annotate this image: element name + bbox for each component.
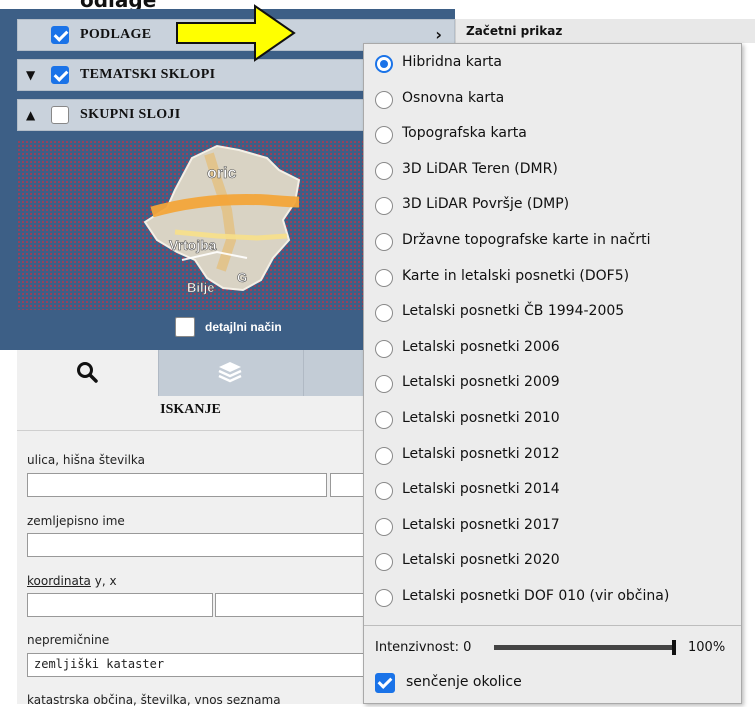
yellow-arrow-icon <box>176 4 296 62</box>
intensity-slider[interactable] <box>494 645 674 650</box>
basemap-option-label: Letalski posnetki 2010 <box>402 410 560 426</box>
basemap-option[interactable]: 3D LiDAR Teren (DMR) <box>364 153 741 189</box>
basemap-option-label: 3D LiDAR Teren (DMR) <box>402 160 558 177</box>
map-label: Bilje <box>187 280 214 295</box>
layers-icon <box>218 362 242 383</box>
radio-button[interactable] <box>375 304 393 323</box>
divider <box>364 625 741 626</box>
basemap-option[interactable]: Hibridna karta <box>364 46 741 82</box>
map-label: oric <box>207 165 236 182</box>
basemap-option[interactable]: Letalski posnetki 2010 <box>364 402 741 438</box>
caret-down-icon[interactable]: ▼ <box>26 68 35 82</box>
radio-button[interactable] <box>375 90 393 109</box>
radio-button[interactable] <box>375 197 393 216</box>
podlage-checkbox[interactable] <box>51 26 69 44</box>
geo-name-label: zemljepisno ime <box>27 514 125 528</box>
layer-label-podlage: PODLAGE <box>80 27 152 42</box>
tab-search[interactable] <box>17 350 158 396</box>
radio-button[interactable] <box>375 482 393 501</box>
map-label: Vrtojba <box>169 237 217 253</box>
intensity-label: Intenzivnost: 0 <box>375 640 472 655</box>
radio-button[interactable] <box>375 268 393 287</box>
basemap-option-label: Letalski posnetki 2020 <box>402 552 560 569</box>
basemap-option[interactable]: Letalski posnetki 2020 <box>364 544 741 580</box>
cadastral-label: katastrska občina, številka, vnos seznam… <box>27 693 281 707</box>
tab-layers[interactable] <box>158 350 304 396</box>
basemap-option-label: Letalski posnetki 2012 <box>402 445 560 462</box>
radio-button[interactable] <box>375 339 393 358</box>
radio-button[interactable] <box>375 161 393 180</box>
basemap-option-label: Letalski posnetki 2017 <box>402 516 560 533</box>
basemap-option-label: Letalski posnetki 2009 <box>402 374 560 391</box>
basemap-option[interactable]: Topografska karta <box>364 117 741 153</box>
radio-button[interactable] <box>375 375 393 394</box>
basemap-option[interactable]: Letalski posnetki 2017 <box>364 509 741 545</box>
basemap-option[interactable]: Osnovna karta <box>364 82 741 118</box>
radio-button[interactable] <box>375 126 393 145</box>
basemap-option[interactable]: 3D LiDAR Površje (DMP) <box>364 188 741 224</box>
shading-label: senčenje okolice <box>406 674 522 690</box>
initial-view-header: Začetni prikaz <box>455 19 755 43</box>
caret-up-icon[interactable]: ▲ <box>26 108 35 122</box>
detail-mode-label: detajlni način <box>205 320 282 334</box>
basemap-option[interactable]: Letalski posnetki DOF 010 (vir občina) <box>364 580 741 616</box>
basemap-option-label: Osnovna karta <box>402 89 505 106</box>
chevron-right-icon[interactable]: › <box>435 25 442 44</box>
initial-view-title: Začetni prikaz <box>466 24 563 38</box>
search-title: ISKANJE <box>160 402 221 417</box>
search-icon <box>77 362 98 383</box>
basemap-option-label: Letalski posnetki 2006 <box>402 338 560 355</box>
coordinate-suffix: y, x <box>94 574 117 588</box>
intensity-slider-thumb[interactable] <box>672 640 676 655</box>
radio-button[interactable] <box>375 517 393 536</box>
coordinate-label: koordinata y, x <box>27 574 117 588</box>
map-label: G <box>237 270 247 285</box>
intensity-fill <box>495 646 673 649</box>
basemap-option[interactable]: Karte in letalski posnetki (DOF5) <box>364 260 741 296</box>
coordinate-x-input[interactable] <box>215 593 367 617</box>
basemap-option[interactable]: Letalski posnetki ČB 1994-2005 <box>364 295 741 331</box>
top-strip: odlage <box>0 0 755 12</box>
radio-button[interactable] <box>375 446 393 465</box>
radio-button[interactable] <box>375 553 393 572</box>
tematski-sklopi-checkbox[interactable] <box>51 66 69 84</box>
basemap-menu: Hibridna karta Osnovna karta Topografska k… <box>363 43 742 704</box>
radio-button[interactable] <box>375 233 393 251</box>
geo-name-input[interactable] <box>27 533 367 557</box>
detail-mode-checkbox[interactable] <box>175 317 195 337</box>
basemap-option[interactable]: Državne topografske karte in načrti <box>364 224 741 260</box>
basemap-option-label: 3D LiDAR Površje (DMP) <box>402 196 570 213</box>
basemap-option[interactable]: Letalski posnetki 2014 <box>364 473 741 509</box>
basemap-option-label: Letalski posnetki DOF 010 (vir občina) <box>402 588 670 604</box>
street-input[interactable] <box>27 473 327 497</box>
radio-button[interactable] <box>375 411 393 429</box>
basemap-option[interactable]: Letalski posnetki 2009 <box>364 366 741 402</box>
real-estate-label: nepremičnine <box>27 633 110 647</box>
basemap-option-label: Letalski posnetki 2014 <box>402 481 560 498</box>
basemap-option-label: Hibridna karta <box>402 54 503 70</box>
real-estate-select[interactable]: zemljiški kataster <box>27 653 367 677</box>
basemap-option[interactable]: Letalski posnetki 2006 <box>364 331 741 367</box>
basemap-option[interactable]: Letalski posnetki 2012 <box>364 438 741 474</box>
basemap-option-label: Karte in letalski posnetki (DOF5) <box>402 267 630 284</box>
layer-label-tematski-sklopi: TEMATSKI SKLOPI <box>80 67 216 82</box>
radio-button[interactable] <box>375 589 393 607</box>
skupni-sloji-checkbox[interactable] <box>51 106 69 124</box>
basemap-option-label: Državne topografske karte in načrti <box>402 232 651 248</box>
basemap-option-label: Letalski posnetki ČB 1994-2005 <box>402 303 625 320</box>
radio-button[interactable] <box>375 55 393 73</box>
layer-label-skupni-sloji: SKUPNI SLOJI <box>80 107 181 122</box>
coordinate-link[interactable]: koordinata <box>27 574 91 588</box>
basemap-option-label: Topografska karta <box>402 125 527 142</box>
shading-checkbox[interactable] <box>375 673 395 693</box>
coordinate-y-input[interactable] <box>27 593 213 617</box>
street-label: ulica, hišna številka <box>27 453 146 467</box>
intensity-max-label: 100% <box>688 640 726 655</box>
